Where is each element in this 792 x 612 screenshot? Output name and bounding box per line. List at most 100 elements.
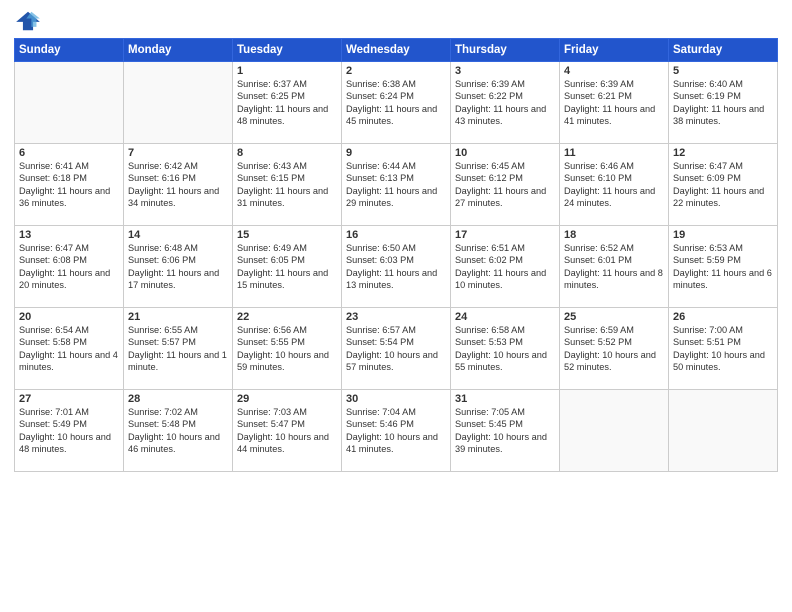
- calendar-cell: 22Sunrise: 6:56 AM Sunset: 5:55 PM Dayli…: [233, 308, 342, 390]
- day-info: Sunrise: 6:43 AM Sunset: 6:15 PM Dayligh…: [237, 160, 337, 210]
- day-number: 22: [237, 311, 337, 323]
- calendar-cell: 29Sunrise: 7:03 AM Sunset: 5:47 PM Dayli…: [233, 390, 342, 472]
- calendar-cell: 11Sunrise: 6:46 AM Sunset: 6:10 PM Dayli…: [560, 144, 669, 226]
- weekday-header-wednesday: Wednesday: [342, 39, 451, 62]
- weekday-header-row: SundayMondayTuesdayWednesdayThursdayFrid…: [15, 39, 778, 62]
- day-info: Sunrise: 6:52 AM Sunset: 6:01 PM Dayligh…: [564, 242, 664, 292]
- day-info: Sunrise: 6:48 AM Sunset: 6:06 PM Dayligh…: [128, 242, 228, 292]
- day-info: Sunrise: 7:01 AM Sunset: 5:49 PM Dayligh…: [19, 406, 119, 456]
- calendar-cell: 15Sunrise: 6:49 AM Sunset: 6:05 PM Dayli…: [233, 226, 342, 308]
- day-info: Sunrise: 7:02 AM Sunset: 5:48 PM Dayligh…: [128, 406, 228, 456]
- logo-icon: [14, 10, 42, 32]
- day-number: 30: [346, 393, 446, 405]
- calendar-cell: 2Sunrise: 6:38 AM Sunset: 6:24 PM Daylig…: [342, 62, 451, 144]
- calendar-cell: 8Sunrise: 6:43 AM Sunset: 6:15 PM Daylig…: [233, 144, 342, 226]
- day-number: 8: [237, 147, 337, 159]
- day-number: 25: [564, 311, 664, 323]
- day-number: 5: [673, 65, 773, 77]
- day-info: Sunrise: 6:49 AM Sunset: 6:05 PM Dayligh…: [237, 242, 337, 292]
- day-number: 31: [455, 393, 555, 405]
- calendar-cell: [669, 390, 778, 472]
- day-number: 14: [128, 229, 228, 241]
- calendar-cell: 19Sunrise: 6:53 AM Sunset: 5:59 PM Dayli…: [669, 226, 778, 308]
- day-info: Sunrise: 6:39 AM Sunset: 6:22 PM Dayligh…: [455, 78, 555, 128]
- calendar-cell: 26Sunrise: 7:00 AM Sunset: 5:51 PM Dayli…: [669, 308, 778, 390]
- day-info: Sunrise: 6:47 AM Sunset: 6:08 PM Dayligh…: [19, 242, 119, 292]
- day-number: 1: [237, 65, 337, 77]
- day-info: Sunrise: 6:42 AM Sunset: 6:16 PM Dayligh…: [128, 160, 228, 210]
- day-number: 11: [564, 147, 664, 159]
- calendar-cell: 30Sunrise: 7:04 AM Sunset: 5:46 PM Dayli…: [342, 390, 451, 472]
- day-number: 17: [455, 229, 555, 241]
- day-info: Sunrise: 6:53 AM Sunset: 5:59 PM Dayligh…: [673, 242, 773, 292]
- calendar-cell: 28Sunrise: 7:02 AM Sunset: 5:48 PM Dayli…: [124, 390, 233, 472]
- calendar-cell: 21Sunrise: 6:55 AM Sunset: 5:57 PM Dayli…: [124, 308, 233, 390]
- calendar-cell: 20Sunrise: 6:54 AM Sunset: 5:58 PM Dayli…: [15, 308, 124, 390]
- day-number: 16: [346, 229, 446, 241]
- day-info: Sunrise: 6:58 AM Sunset: 5:53 PM Dayligh…: [455, 324, 555, 374]
- day-number: 24: [455, 311, 555, 323]
- day-number: 7: [128, 147, 228, 159]
- calendar-cell: 23Sunrise: 6:57 AM Sunset: 5:54 PM Dayli…: [342, 308, 451, 390]
- week-row-5: 27Sunrise: 7:01 AM Sunset: 5:49 PM Dayli…: [15, 390, 778, 472]
- calendar-cell: 6Sunrise: 6:41 AM Sunset: 6:18 PM Daylig…: [15, 144, 124, 226]
- day-info: Sunrise: 6:54 AM Sunset: 5:58 PM Dayligh…: [19, 324, 119, 374]
- day-info: Sunrise: 6:50 AM Sunset: 6:03 PM Dayligh…: [346, 242, 446, 292]
- day-info: Sunrise: 7:04 AM Sunset: 5:46 PM Dayligh…: [346, 406, 446, 456]
- day-number: 28: [128, 393, 228, 405]
- day-info: Sunrise: 6:39 AM Sunset: 6:21 PM Dayligh…: [564, 78, 664, 128]
- logo: [14, 10, 46, 32]
- week-row-2: 6Sunrise: 6:41 AM Sunset: 6:18 PM Daylig…: [15, 144, 778, 226]
- day-number: 4: [564, 65, 664, 77]
- day-info: Sunrise: 6:40 AM Sunset: 6:19 PM Dayligh…: [673, 78, 773, 128]
- calendar-cell: 1Sunrise: 6:37 AM Sunset: 6:25 PM Daylig…: [233, 62, 342, 144]
- calendar-cell: [124, 62, 233, 144]
- calendar-cell: 5Sunrise: 6:40 AM Sunset: 6:19 PM Daylig…: [669, 62, 778, 144]
- header: [14, 10, 778, 32]
- day-info: Sunrise: 6:45 AM Sunset: 6:12 PM Dayligh…: [455, 160, 555, 210]
- calendar-cell: 10Sunrise: 6:45 AM Sunset: 6:12 PM Dayli…: [451, 144, 560, 226]
- calendar-cell: 13Sunrise: 6:47 AM Sunset: 6:08 PM Dayli…: [15, 226, 124, 308]
- day-info: Sunrise: 7:05 AM Sunset: 5:45 PM Dayligh…: [455, 406, 555, 456]
- page: SundayMondayTuesdayWednesdayThursdayFrid…: [0, 0, 792, 612]
- calendar-cell: 24Sunrise: 6:58 AM Sunset: 5:53 PM Dayli…: [451, 308, 560, 390]
- calendar-cell: 14Sunrise: 6:48 AM Sunset: 6:06 PM Dayli…: [124, 226, 233, 308]
- day-number: 12: [673, 147, 773, 159]
- day-number: 29: [237, 393, 337, 405]
- day-info: Sunrise: 6:38 AM Sunset: 6:24 PM Dayligh…: [346, 78, 446, 128]
- day-info: Sunrise: 6:59 AM Sunset: 5:52 PM Dayligh…: [564, 324, 664, 374]
- weekday-header-tuesday: Tuesday: [233, 39, 342, 62]
- week-row-4: 20Sunrise: 6:54 AM Sunset: 5:58 PM Dayli…: [15, 308, 778, 390]
- day-number: 21: [128, 311, 228, 323]
- day-info: Sunrise: 6:56 AM Sunset: 5:55 PM Dayligh…: [237, 324, 337, 374]
- calendar-cell: 7Sunrise: 6:42 AM Sunset: 6:16 PM Daylig…: [124, 144, 233, 226]
- day-number: 20: [19, 311, 119, 323]
- calendar-cell: [15, 62, 124, 144]
- calendar-cell: [560, 390, 669, 472]
- week-row-3: 13Sunrise: 6:47 AM Sunset: 6:08 PM Dayli…: [15, 226, 778, 308]
- calendar-table: SundayMondayTuesdayWednesdayThursdayFrid…: [14, 38, 778, 472]
- week-row-1: 1Sunrise: 6:37 AM Sunset: 6:25 PM Daylig…: [15, 62, 778, 144]
- weekday-header-friday: Friday: [560, 39, 669, 62]
- calendar-cell: 18Sunrise: 6:52 AM Sunset: 6:01 PM Dayli…: [560, 226, 669, 308]
- calendar-cell: 27Sunrise: 7:01 AM Sunset: 5:49 PM Dayli…: [15, 390, 124, 472]
- weekday-header-sunday: Sunday: [15, 39, 124, 62]
- day-number: 10: [455, 147, 555, 159]
- day-info: Sunrise: 7:00 AM Sunset: 5:51 PM Dayligh…: [673, 324, 773, 374]
- day-number: 6: [19, 147, 119, 159]
- calendar-cell: 3Sunrise: 6:39 AM Sunset: 6:22 PM Daylig…: [451, 62, 560, 144]
- day-number: 26: [673, 311, 773, 323]
- day-number: 15: [237, 229, 337, 241]
- calendar-cell: 25Sunrise: 6:59 AM Sunset: 5:52 PM Dayli…: [560, 308, 669, 390]
- calendar-cell: 12Sunrise: 6:47 AM Sunset: 6:09 PM Dayli…: [669, 144, 778, 226]
- day-info: Sunrise: 6:57 AM Sunset: 5:54 PM Dayligh…: [346, 324, 446, 374]
- weekday-header-saturday: Saturday: [669, 39, 778, 62]
- day-info: Sunrise: 6:44 AM Sunset: 6:13 PM Dayligh…: [346, 160, 446, 210]
- day-info: Sunrise: 7:03 AM Sunset: 5:47 PM Dayligh…: [237, 406, 337, 456]
- day-info: Sunrise: 6:41 AM Sunset: 6:18 PM Dayligh…: [19, 160, 119, 210]
- day-info: Sunrise: 6:46 AM Sunset: 6:10 PM Dayligh…: [564, 160, 664, 210]
- calendar-cell: 16Sunrise: 6:50 AM Sunset: 6:03 PM Dayli…: [342, 226, 451, 308]
- calendar-cell: 17Sunrise: 6:51 AM Sunset: 6:02 PM Dayli…: [451, 226, 560, 308]
- weekday-header-monday: Monday: [124, 39, 233, 62]
- day-number: 2: [346, 65, 446, 77]
